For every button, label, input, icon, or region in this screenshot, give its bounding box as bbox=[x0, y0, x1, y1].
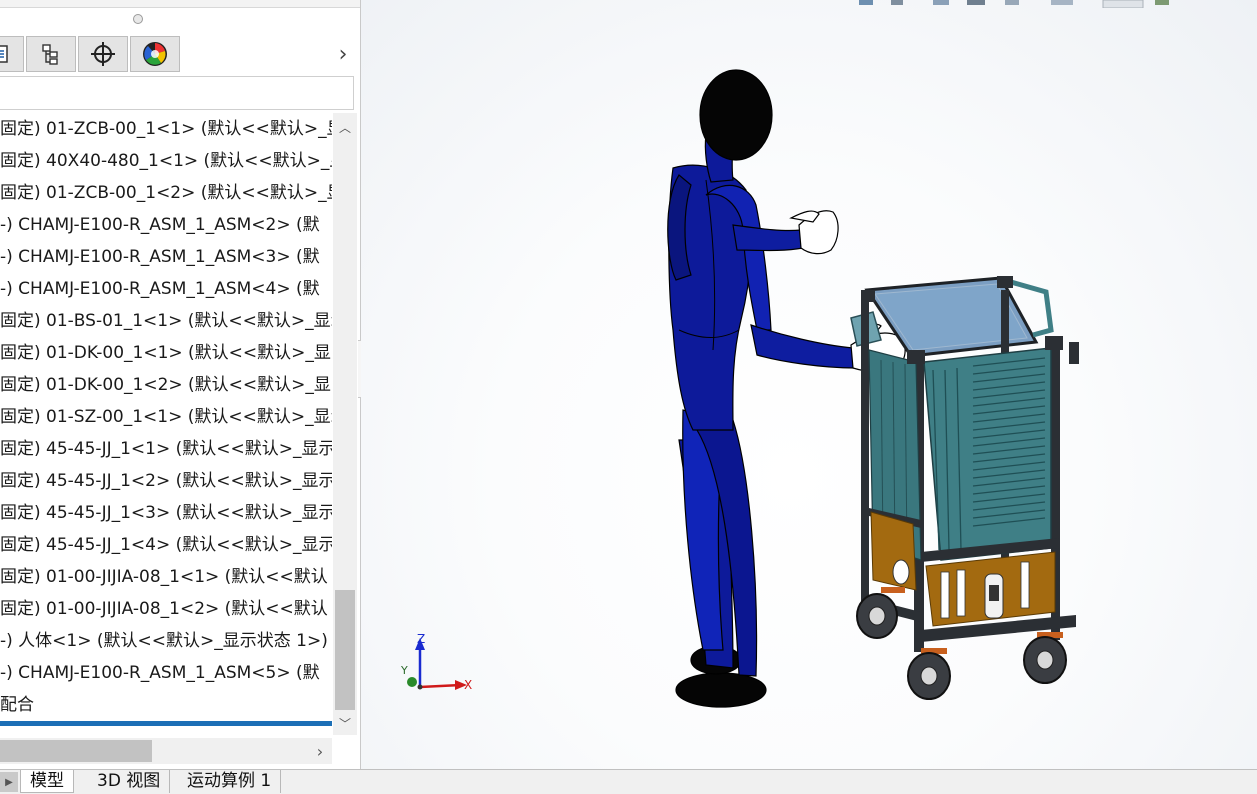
tree-item[interactable]: 固定) 40X40-480_1<1> (默认<<默认>_显 bbox=[0, 145, 332, 177]
triad-y-label: Y bbox=[401, 664, 408, 677]
tree-item[interactable]: 固定) 45-45-JJ_1<3> (默认<<默认>_显示 bbox=[0, 497, 332, 529]
tab-scroll-right-button[interactable]: › bbox=[332, 41, 354, 67]
caster-wheel bbox=[856, 593, 898, 639]
tree-item[interactable]: 固定) 45-45-JJ_1<2> (默认<<默认>_显示 bbox=[0, 465, 332, 497]
panel-top-strip bbox=[0, 0, 360, 8]
model-scene bbox=[667, 69, 1079, 708]
tree-item[interactable]: -) CHAMJ-E100-R_ASM_1_ASM<3> (默 bbox=[0, 241, 320, 273]
horizontal-scroll-thumb[interactable] bbox=[0, 740, 152, 762]
tree-item-mates[interactable]: 配合 bbox=[0, 689, 34, 720]
caster-wheel bbox=[1023, 636, 1067, 684]
tree-item[interactable]: -) CHAMJ-E100-R_ASM_1_ASM<4> (默 bbox=[0, 273, 320, 305]
tree-item[interactable]: 固定) 01-SZ-00_1<1> (默认<<默认>_显示 bbox=[0, 401, 332, 433]
chevron-right-icon: › bbox=[338, 41, 348, 67]
tree-item[interactable]: 固定) 45-45-JJ_1<1> (默认<<默认>_显示 bbox=[0, 433, 332, 465]
tab-nav-button[interactable]: ▶ bbox=[0, 772, 18, 792]
tab-feature-manager[interactable] bbox=[0, 36, 24, 72]
tree-filter-input[interactable] bbox=[0, 76, 354, 110]
triad-z-label: Z bbox=[417, 632, 426, 646]
tab-motion-study[interactable]: 运动算例 1 bbox=[178, 770, 282, 793]
tree-vertical-scrollbar[interactable]: ︿ ﹀ bbox=[333, 113, 357, 735]
tab-display-manager[interactable] bbox=[130, 36, 180, 72]
tree-horizontal-scrollbar[interactable]: › bbox=[0, 738, 332, 764]
tree-item[interactable]: 固定) 01-ZCB-00_1<1> (默认<<默认>_显 bbox=[0, 113, 332, 145]
panel-grip-handle[interactable] bbox=[133, 14, 143, 24]
tab-model[interactable]: 模型 bbox=[20, 770, 74, 793]
tree-item[interactable]: 固定) 01-ZCB-00_1<2> (默认<<默认>_显 bbox=[0, 177, 332, 209]
tree-item[interactable]: 固定) 01-DK-00_1<1> (默认<<默认>_显 bbox=[0, 337, 331, 369]
tree-item[interactable]: -) 人体<1> (默认<<默认>_显示状态 1>) bbox=[0, 625, 328, 657]
scroll-right-button[interactable]: › bbox=[310, 741, 330, 761]
chevron-down-icon: ﹀ bbox=[338, 716, 351, 731]
tree-item[interactable]: 固定) 01-00-JIJIA-08_1<1> (默认<<默认 bbox=[0, 561, 328, 593]
graphics-viewport[interactable]: Z Y X bbox=[361, 0, 1257, 769]
chevron-up-icon: ︿ bbox=[338, 120, 351, 135]
scroll-up-button[interactable]: ︿ bbox=[333, 117, 357, 137]
tab-3d-view[interactable]: 3D 视图 bbox=[88, 770, 171, 793]
dimxpert-icon bbox=[91, 42, 115, 66]
tree-item[interactable]: -) CHAMJ-E100-R_ASM_1_ASM<2> (默 bbox=[0, 209, 320, 241]
tree-item[interactable]: 固定) 01-00-JIJIA-08_1<2> (默认<<默认 bbox=[0, 593, 328, 625]
tree-item[interactable]: 固定) 45-45-JJ_1<4> (默认<<默认>_显示 bbox=[0, 529, 332, 561]
tree-item[interactable]: -) CHAMJ-E100-R_ASM_1_ASM<5> (默 bbox=[0, 657, 320, 689]
tab-configuration-manager[interactable] bbox=[26, 36, 76, 72]
display-manager-icon bbox=[143, 42, 167, 66]
reference-triad: Z Y X bbox=[397, 630, 477, 700]
property-manager-icon bbox=[0, 45, 8, 63]
tree-selection-indicator bbox=[0, 721, 332, 726]
bottom-tab-bar: ▶ 模型 3D 视图 运动算例 1 bbox=[0, 769, 1257, 794]
tab-dimxpert-manager[interactable] bbox=[78, 36, 128, 72]
caster-wheel bbox=[907, 652, 951, 700]
configuration-manager-icon bbox=[42, 44, 58, 65]
tree-item[interactable]: 固定) 01-BS-01_1<1> (默认<<默认>_显示 bbox=[0, 305, 332, 337]
feature-tree: 固定) 01-ZCB-00_1<1> (默认<<默认>_显 固定) 40X40-… bbox=[0, 113, 332, 720]
triad-x-label: X bbox=[464, 678, 473, 692]
tree-item[interactable]: 固定) 01-DK-00_1<2> (默认<<默认>_显 bbox=[0, 369, 331, 401]
play-icon: ▶ bbox=[5, 776, 13, 788]
chevron-right-icon: › bbox=[316, 741, 324, 761]
manager-tab-bar: › bbox=[0, 36, 360, 74]
vertical-scroll-thumb[interactable] bbox=[335, 590, 355, 710]
scroll-down-button[interactable]: ﹀ bbox=[333, 713, 357, 733]
feature-manager-panel: › 固定) 01-ZCB-00_1<1> (默认<<默认>_显 固定) 40X4… bbox=[0, 0, 361, 769]
